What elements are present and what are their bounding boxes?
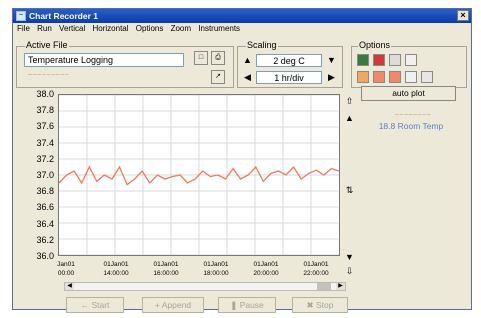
orange-square-icon[interactable]: [357, 71, 369, 83]
menu-horizontal[interactable]: Horizontal: [93, 23, 129, 35]
horizontal-scale-field[interactable]: 1 hr/div: [256, 71, 322, 84]
horizontal-scrollbar[interactable]: ◀ ▶: [64, 282, 346, 291]
auto-plot-button[interactable]: auto plot: [361, 86, 456, 101]
menu-vertical[interactable]: Vertical: [59, 23, 85, 35]
x-tick-label: 01Jan01 16:00:00: [144, 260, 188, 278]
y-tick-label: 37.6: [36, 121, 54, 132]
zoom-icon[interactable]: [405, 54, 417, 66]
y-tick-label: 37.2: [36, 153, 54, 164]
x-tick-date: Jan01: [57, 261, 75, 268]
legend-value: ~~~~~~~~: [394, 112, 432, 119]
active-file-input[interactable]: Temperature Logging: [24, 53, 184, 67]
menu-instruments[interactable]: Instruments: [198, 23, 240, 35]
scroll-up-icon[interactable]: ▲: [343, 112, 356, 124]
append-button[interactable]: + Append: [142, 297, 204, 313]
x-tick-label: 01Jan01 14:00:00: [94, 260, 138, 278]
menu-options[interactable]: Options: [136, 23, 164, 35]
center-icon[interactable]: ⇅: [343, 184, 356, 196]
x-tick-date: 01Jan01: [103, 261, 129, 268]
y-tick-label: 36.8: [36, 186, 54, 197]
printer-icon[interactable]: [389, 54, 401, 66]
start-button[interactable]: ← Start: [66, 297, 124, 313]
scroll-down-icon[interactable]: ▼: [343, 251, 356, 263]
y-tick-label: 36.6: [36, 202, 54, 213]
open-file-icon[interactable]: ↗: [211, 70, 225, 84]
append-label: Append: [161, 300, 192, 310]
y-tick-label: 37.8: [36, 105, 54, 116]
new-file-icon[interactable]: □: [194, 51, 208, 65]
pause-label: Pause: [239, 300, 264, 310]
x-tick-time: 22:00:00: [303, 270, 329, 277]
x-tick-label: Jan01 00:00: [44, 260, 88, 278]
scroll-bottom-icon[interactable]: ⇩: [343, 265, 356, 277]
x-tick-label: 01Jan01 20:00:00: [244, 260, 288, 278]
x-tick-date: 01Jan01: [253, 261, 279, 268]
scroll-left-icon[interactable]: ◀: [65, 283, 74, 290]
x-tick-time: 14:00:00: [103, 270, 129, 277]
scroll-top-icon[interactable]: ⇧: [343, 95, 356, 107]
y-tick-label: 36.4: [36, 218, 54, 229]
horizontal-scale-left-icon[interactable]: ◀: [241, 71, 254, 84]
salmon-square-2-icon[interactable]: [389, 71, 401, 83]
y-tick-label: 36.2: [36, 234, 54, 245]
y-tick-label: 37.0: [36, 170, 54, 180]
x-tick-label: 01Jan01 18:00:00: [194, 260, 238, 278]
x-tick-label: 01Jan01 22:00:00: [294, 260, 338, 278]
menu-bar: File Run Vertical Horizontal Options Zoo…: [13, 23, 471, 35]
save-icon[interactable]: [421, 71, 433, 83]
x-tick-time: 20:00:00: [253, 270, 279, 277]
x-tick-time: 18:00:00: [203, 270, 229, 277]
y-tick-label: 37.4: [36, 137, 54, 148]
scroll-right-icon[interactable]: ▶: [336, 283, 345, 290]
x-tick-time: 00:00: [57, 270, 75, 277]
menu-zoom[interactable]: Zoom: [171, 23, 191, 35]
scroll-thumb[interactable]: [317, 283, 331, 290]
y-tick-label: 38.0: [36, 89, 54, 99]
window-title: Chart Recorder 1: [29, 11, 98, 21]
print-icon[interactable]: ⎙: [211, 51, 225, 65]
menu-run[interactable]: Run: [37, 23, 52, 35]
channel-color-icon[interactable]: [357, 54, 369, 66]
salmon-square-icon[interactable]: [373, 71, 385, 83]
scaling-label: Scaling: [246, 40, 278, 50]
options-label: Options: [358, 40, 392, 50]
chart-plot-area: [58, 94, 340, 256]
chart-svg: [58, 94, 340, 256]
active-file-label: Active File: [25, 40, 69, 50]
vertical-scale-down-icon[interactable]: ▼: [325, 54, 338, 67]
stop-button[interactable]: ✖ Stop: [292, 297, 348, 313]
title-bar[interactable]: ~ Chart Recorder 1 ×: [13, 9, 471, 23]
stop-label: Stop: [315, 300, 334, 310]
channel-red-icon[interactable]: [373, 54, 385, 66]
start-label: Start: [91, 300, 110, 310]
pause-button[interactable]: ❚ Pause: [218, 297, 276, 313]
x-tick-date: 01Jan01: [203, 261, 229, 268]
close-button[interactable]: ×: [457, 10, 469, 21]
vertical-scale-up-icon[interactable]: ▲: [241, 54, 254, 67]
active-file-path: ~~~~~~~~~: [28, 72, 70, 79]
app-icon: ~: [16, 11, 26, 21]
vertical-scale-field[interactable]: 2 deg C: [256, 54, 322, 67]
menu-file[interactable]: File: [17, 23, 30, 35]
horizontal-scale-right-icon[interactable]: ▶: [325, 71, 338, 84]
magnify-icon[interactable]: [405, 71, 417, 83]
legend-series-name: 18.8 Room Temp: [378, 121, 444, 131]
x-tick-date: 01Jan01: [153, 261, 179, 268]
x-tick-date: 01Jan01: [303, 261, 329, 268]
x-tick-time: 16:00:00: [153, 270, 179, 277]
